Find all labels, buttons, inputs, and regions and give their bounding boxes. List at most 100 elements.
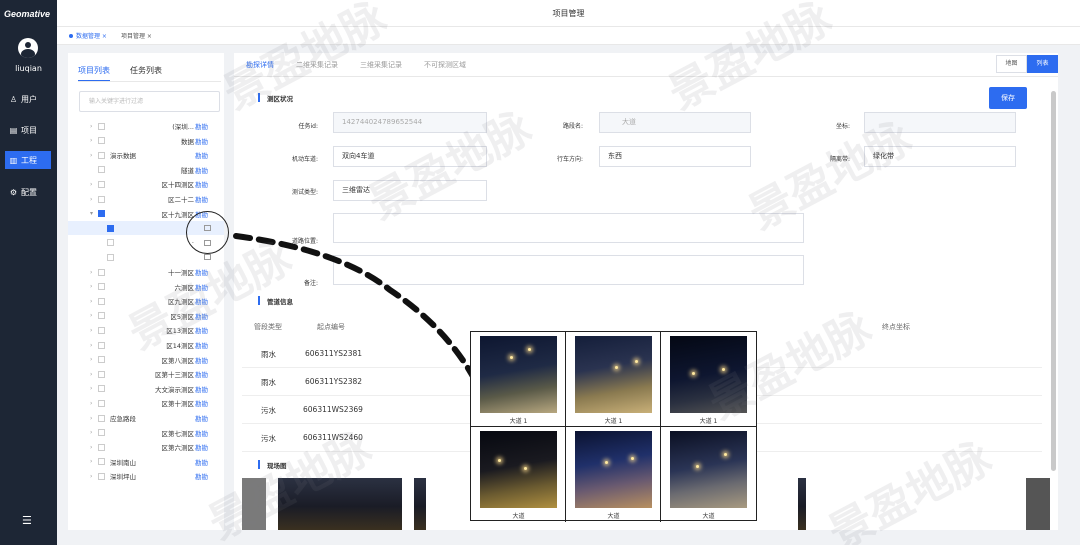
chevron-right-icon[interactable]: › [90,152,92,159]
page-tab-data-management[interactable]: 数据管理 × [65,31,111,40]
survey-link[interactable]: 勘勘 [195,471,208,481]
survey-link[interactable]: 勘勘 [195,325,208,335]
isolation-strip-field[interactable]: 绿化带 [864,146,1016,167]
survey-link[interactable]: 勘勘 [195,150,208,160]
tree-row[interactable]: › 区13测区 勘勘 [68,323,224,337]
tree-checkbox[interactable] [107,224,114,232]
tree-checkbox[interactable] [107,253,114,261]
overlay-photo-cell[interactable]: 大道 [661,427,756,522]
tree-checkbox[interactable] [98,472,105,480]
tree-checkbox[interactable] [98,443,105,451]
tree-checkbox[interactable] [98,326,105,334]
tree-row[interactable]: › 大文演示测区 勘勘 [68,382,224,396]
tree-row[interactable]: › 区十四测区 勘勘 [68,177,224,191]
tree-row[interactable]: › 区第八测区 勘勘 [68,353,224,367]
tree-checkbox[interactable] [98,151,105,159]
tree-checkbox[interactable] [98,180,105,188]
remark-textarea[interactable] [333,255,804,285]
tree-row[interactable]: › 十一测区 勘勘 [68,265,224,279]
survey-link[interactable]: 勘勘 [195,179,208,189]
chevron-right-icon[interactable]: › [90,298,92,305]
nav-item-engineering[interactable]: ▥ 工程 [5,151,51,169]
road-location-textarea[interactable] [333,213,804,243]
page-tab-project-management[interactable]: 项目管理 × [117,31,156,40]
survey-link[interactable]: 勘勘 [195,369,208,379]
avatar[interactable] [18,38,38,58]
map-view-button[interactable]: 地图 [996,55,1027,73]
chevron-right-icon[interactable]: › [90,458,92,465]
survey-link[interactable]: 勘勘 [195,457,208,467]
tree-checkbox[interactable] [107,239,114,247]
chevron-right-icon[interactable]: › [90,181,92,188]
chevron-right-icon[interactable]: › [90,356,92,363]
chevron-right-icon[interactable]: › [90,429,92,436]
chevron-right-icon[interactable]: › [90,312,92,319]
survey-link[interactable]: 勘勘 [195,282,208,292]
survey-link[interactable]: 勘勘 [195,311,208,321]
tab-2d-records[interactable]: 二维采集记录 [296,60,338,70]
tree-row[interactable]: › 区第十三测区 勘勘 [68,367,224,381]
survey-link[interactable]: 勘勘 [195,136,208,146]
tree-row[interactable]: › 应急路段 勘勘 [68,411,224,425]
tree-row[interactable]: › 区九测区 勘勘 [68,294,224,308]
tree-checkbox[interactable] [98,195,105,203]
nav-item-config[interactable]: ⚙ 配置 [5,183,51,201]
chevron-right-icon[interactable]: › [90,385,92,392]
tree-row[interactable]: › 演示数据 勘勘 [68,148,224,162]
test-type-field[interactable]: 三维雷达 [333,180,487,201]
chevron-right-icon[interactable]: › [90,196,92,203]
survey-link[interactable]: 勘勘 [195,296,208,306]
coordinate-field[interactable] [864,112,1016,133]
scrollbar[interactable] [1051,91,1056,471]
nav-item-projects[interactable]: ▤ 项目 [5,121,51,139]
chevron-right-icon[interactable]: › [90,400,92,407]
survey-link[interactable]: 勘勘 [195,165,208,175]
chevron-right-icon[interactable]: › [90,269,92,276]
site-photo[interactable] [278,478,402,530]
chevron-right-icon[interactable]: › [90,123,92,130]
tree-checkbox[interactable] [98,370,105,378]
edit-icon[interactable] [204,254,211,261]
tree-row[interactable]: › (深圳... 勘勘 [68,119,224,133]
task-id-field[interactable]: 142744024789652544 [333,112,487,133]
tree-checkbox[interactable] [98,399,105,407]
chevron-right-icon[interactable]: › [90,473,92,480]
direction-field[interactable]: 东西 [599,146,751,167]
survey-link[interactable]: 勘勘 [195,267,208,277]
tree-checkbox[interactable] [98,414,105,422]
tab-task-list[interactable]: 任务列表 [130,65,162,82]
survey-link[interactable]: 勘勘 [195,442,208,452]
tree-checkbox[interactable] [98,122,105,130]
chevron-right-icon[interactable]: › [90,283,92,290]
overlay-photo-cell[interactable]: 大道 1 [566,332,661,427]
survey-link[interactable]: 勘勘 [195,398,208,408]
list-view-button[interactable]: 列表 [1027,55,1058,73]
tree-checkbox[interactable] [98,341,105,349]
chevron-right-icon[interactable]: › [90,137,92,144]
tree-checkbox[interactable] [98,137,105,145]
survey-link[interactable]: 勘勘 [195,355,208,365]
tree-row[interactable]: › 数据 勘勘 [68,134,224,148]
chevron-right-icon[interactable]: › [90,415,92,422]
tree-row[interactable]: › 区第六测区 勘勘 [68,440,224,454]
tree-checkbox[interactable] [98,297,105,305]
tab-undetectable-areas[interactable]: 不可探测区域 [424,60,466,70]
chevron-right-icon[interactable]: › [90,371,92,378]
survey-link[interactable]: 勘勘 [195,428,208,438]
tree-row[interactable]: 隧道 勘勘 [68,163,224,177]
tree-checkbox[interactable] [98,283,105,291]
tree-row[interactable]: › 区14测区 勘勘 [68,338,224,352]
nav-item-users[interactable]: ♙ 用户 [5,90,51,108]
tree-checkbox[interactable] [98,268,105,276]
tree-row[interactable]: › 六测区 勘勘 [68,280,224,294]
tree-row[interactable]: › 深圳坪山 勘勘 [68,469,224,483]
overlay-photo-cell[interactable]: 大道 1 [471,332,566,427]
tree-row[interactable]: › 区第十测区 勘勘 [68,396,224,410]
site-photo[interactable] [242,478,266,530]
tree-row[interactable]: › 深圳南山 勘勘 [68,455,224,469]
chevron-right-icon[interactable]: › [90,444,92,451]
site-photo[interactable] [798,478,806,530]
tree-row[interactable]: › 区第七测区 勘勘 [68,426,224,440]
overlay-photo-cell[interactable]: 大道 [471,427,566,522]
tree-row[interactable]: › 区5测区 勘勘 [68,309,224,323]
